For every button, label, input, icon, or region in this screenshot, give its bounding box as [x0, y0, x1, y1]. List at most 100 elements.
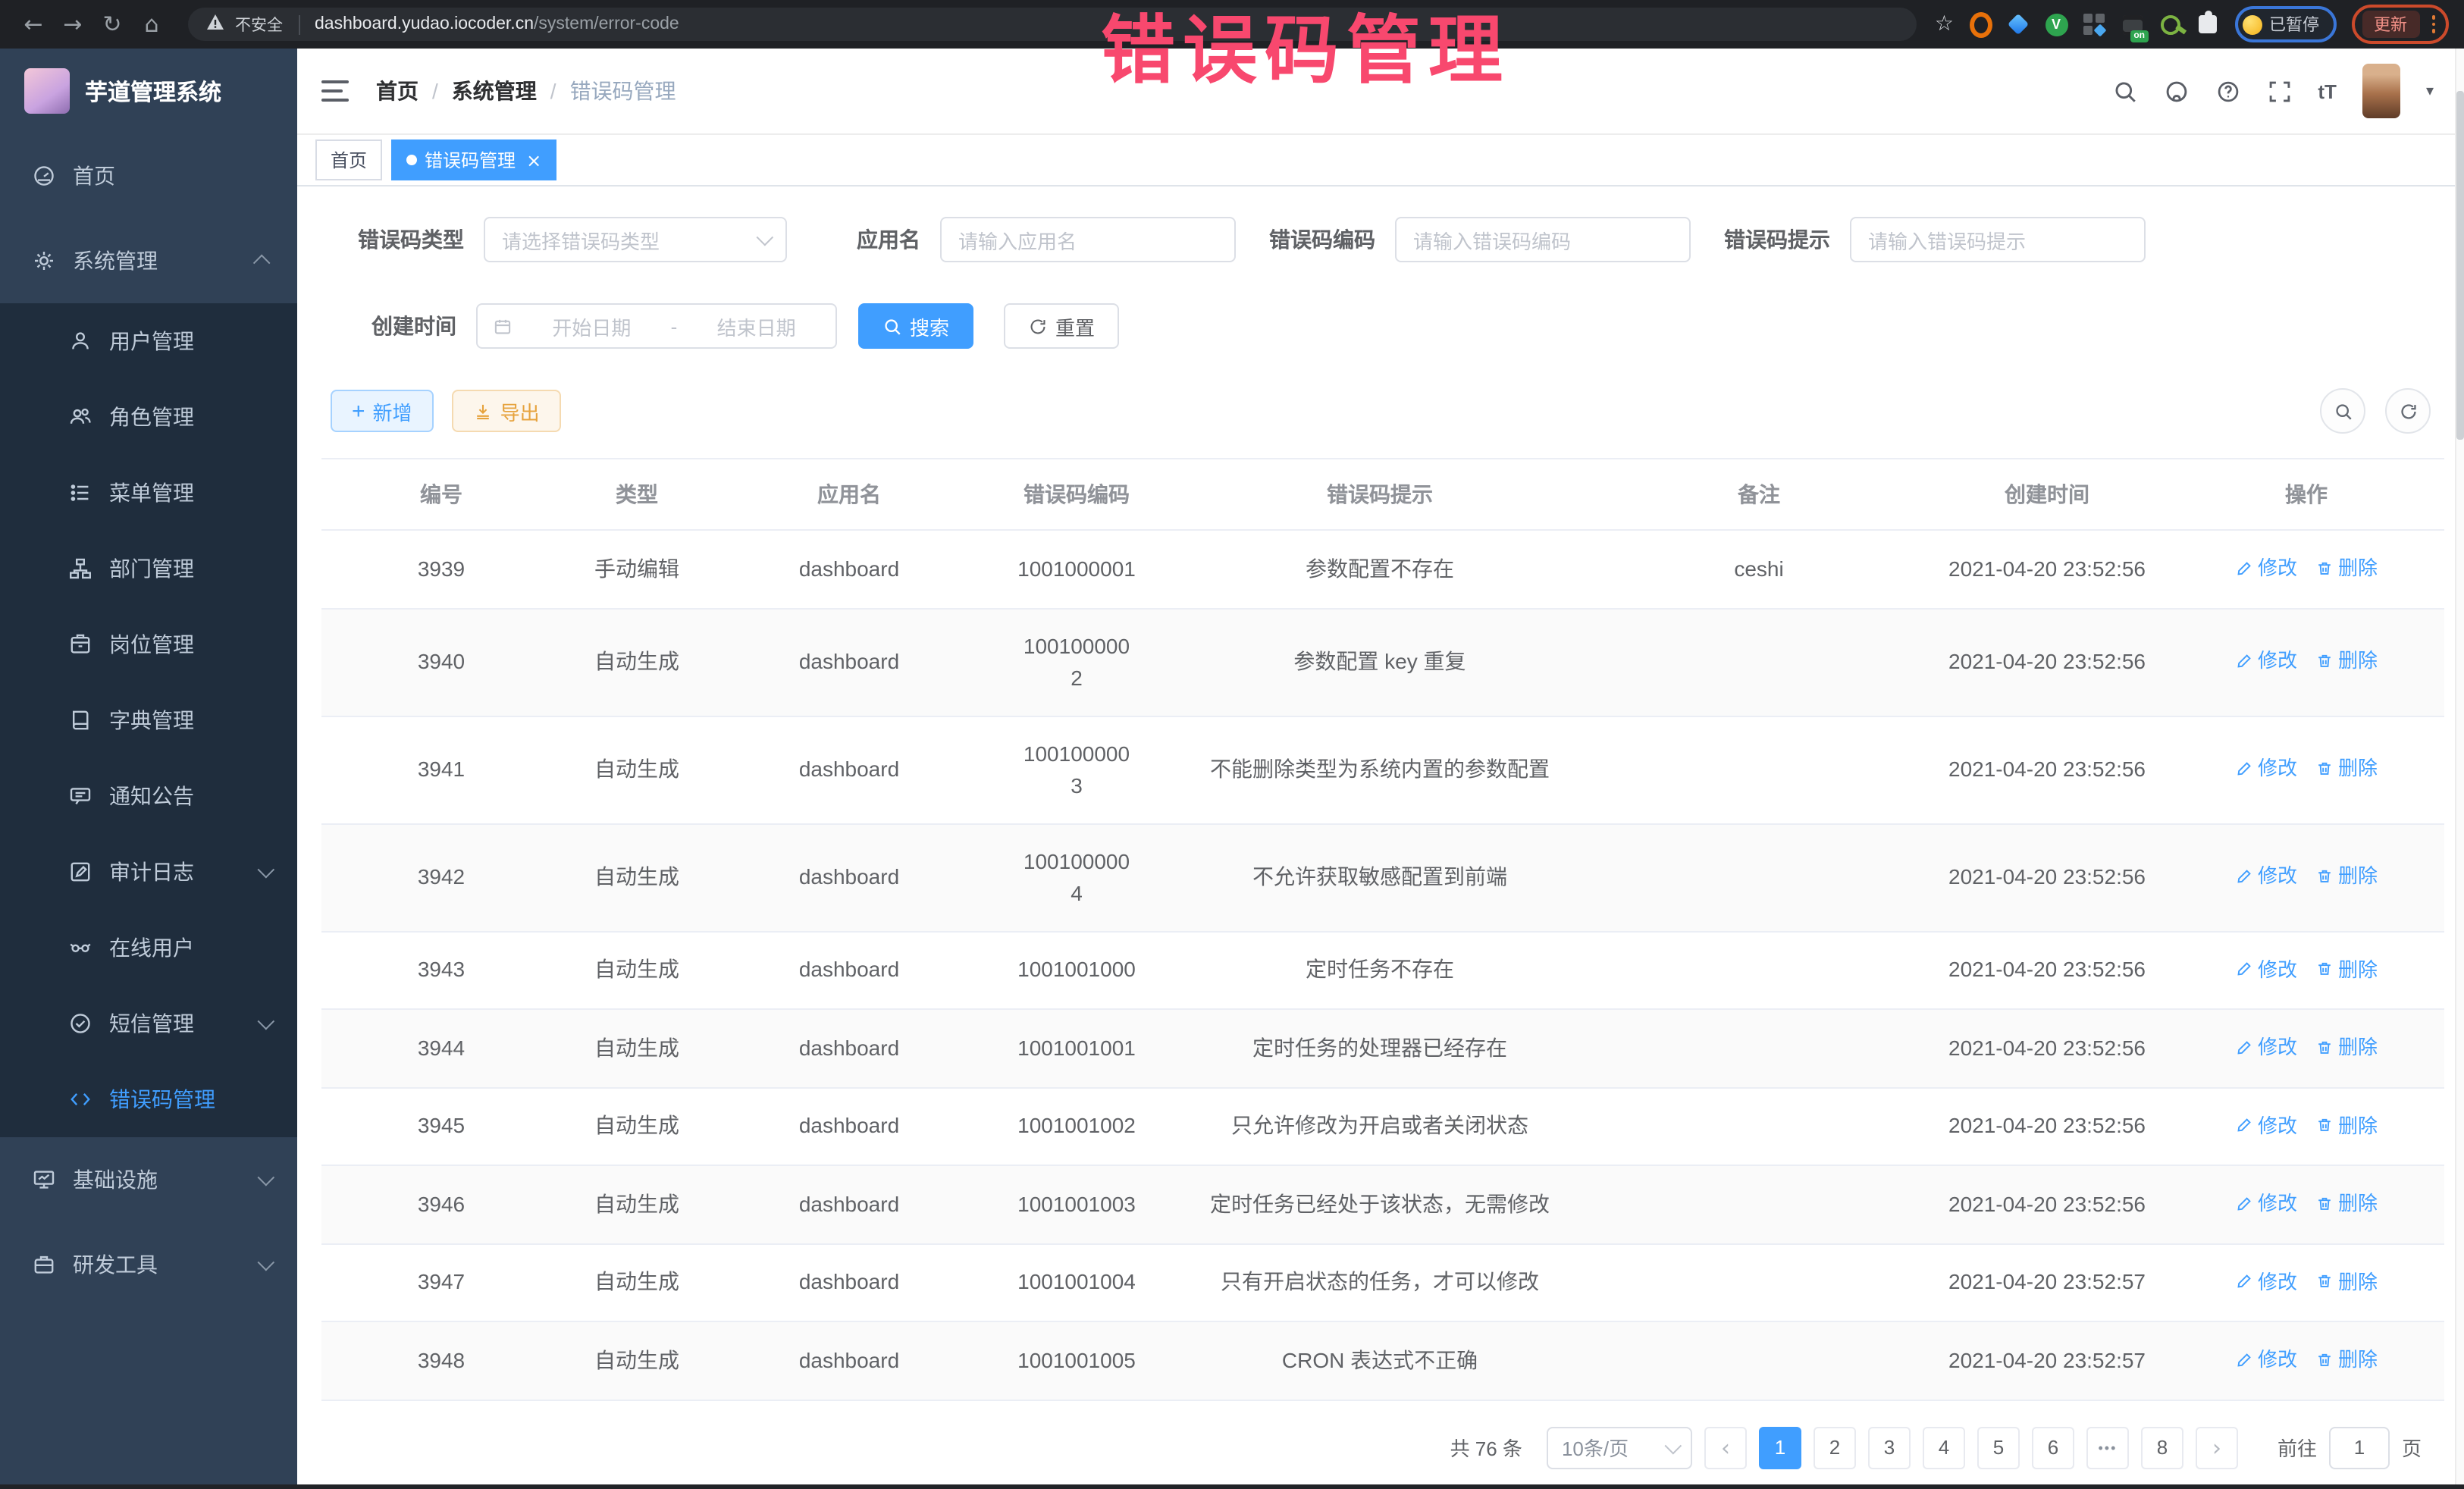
delete-link[interactable]: 删除: [2315, 860, 2378, 892]
extension-icon-key[interactable]: [2158, 13, 2181, 36]
trash-icon: [2315, 1116, 2334, 1134]
sidebar-item-online-users[interactable]: 在线用户: [0, 910, 297, 986]
bookmark-star-icon[interactable]: ☆: [1935, 12, 1954, 36]
tab-home[interactable]: 首页: [315, 139, 382, 180]
address-bar[interactable]: 不安全 dashboard.yudao.iocoder.cn/system/er…: [188, 8, 1917, 41]
pencil-icon: [2235, 652, 2253, 670]
error-code-input[interactable]: 请输入错误码编码: [1395, 217, 1691, 262]
edit-link[interactable]: 修改: [2235, 1343, 2297, 1375]
app-logo[interactable]: 芋道管理系统: [0, 49, 297, 133]
breadcrumb-home[interactable]: 首页: [376, 76, 419, 106]
sidebar-item-infrastructure[interactable]: 基础设施: [0, 1137, 297, 1222]
page-button-6[interactable]: 6: [2032, 1426, 2074, 1469]
edit-link[interactable]: 修改: [2235, 645, 2297, 677]
extension-icon-list[interactable]: on: [2121, 13, 2143, 36]
sidebar-item-home[interactable]: 首页: [0, 133, 297, 218]
page-button-8[interactable]: 8: [2141, 1426, 2183, 1469]
sidebar-item-org-tree[interactable]: 部门管理: [0, 531, 297, 607]
page-button-4[interactable]: 4: [1923, 1426, 1965, 1469]
extension-icon-puzzle[interactable]: [2196, 13, 2219, 36]
extension-icon-grid[interactable]: [2083, 13, 2105, 36]
edit-link[interactable]: 修改: [2235, 1187, 2297, 1219]
font-size-icon[interactable]: tT: [2318, 80, 2337, 102]
show-search-button[interactable]: [2320, 388, 2365, 434]
reset-button[interactable]: 重置: [1004, 303, 1119, 349]
goto-page-input[interactable]: 1: [2329, 1426, 2390, 1469]
sidebar-item-roles[interactable]: 角色管理: [0, 379, 297, 455]
hamburger-icon[interactable]: [321, 80, 349, 102]
close-icon[interactable]: ×: [526, 149, 541, 171]
delete-link[interactable]: 删除: [2315, 953, 2378, 985]
sidebar-item-devtools[interactable]: 研发工具: [0, 1222, 297, 1307]
sidebar-item-sms[interactable]: 短信管理: [0, 986, 297, 1061]
page-button-2[interactable]: 2: [1814, 1426, 1856, 1469]
table-header-row: 编号类型应用名错误码编码错误码提示备注创建时间操作: [321, 459, 2444, 530]
add-button[interactable]: + 新增: [331, 390, 434, 432]
update-button[interactable]: 更新: [2362, 11, 2419, 38]
sidebar-item-announcement[interactable]: 通知公告: [0, 758, 297, 834]
github-icon[interactable]: [2163, 78, 2189, 104]
sidebar-item-label: 在线用户: [109, 933, 194, 963]
page-scrollbar[interactable]: [2455, 49, 2464, 1489]
home-icon[interactable]: ⌂: [133, 6, 170, 42]
export-button[interactable]: 导出: [452, 390, 561, 432]
fullscreen-icon[interactable]: [2266, 78, 2292, 104]
extension-on-badge: on: [2130, 30, 2148, 42]
page-button-3[interactable]: 3: [1868, 1426, 1911, 1469]
sidebar-item-error-code[interactable]: 错误码管理: [0, 1061, 297, 1137]
edit-link[interactable]: 修改: [2235, 860, 2297, 892]
extension-icon-green-v[interactable]: V: [2045, 13, 2067, 36]
cell-time: 2021-04-20 23:52:56: [1926, 530, 2168, 608]
app-name-input[interactable]: 请输入应用名: [940, 217, 1236, 262]
sidebar-item-dictionary[interactable]: 字典管理: [0, 682, 297, 758]
refresh-button[interactable]: [2385, 388, 2431, 434]
delete-link[interactable]: 删除: [2315, 1187, 2378, 1219]
edit-link[interactable]: 修改: [2235, 1265, 2297, 1297]
prev-page-button[interactable]: ‹: [1704, 1426, 1747, 1469]
error-type-select[interactable]: 请选择错误码类型: [484, 217, 787, 262]
edit-link[interactable]: 修改: [2235, 753, 2297, 785]
edit-link[interactable]: 修改: [2235, 552, 2297, 584]
next-page-button[interactable]: ›: [2196, 1426, 2238, 1469]
search-icon[interactable]: [2111, 78, 2137, 104]
cell-operations: 修改删除: [2168, 1243, 2444, 1321]
extension-icon-gem[interactable]: [2007, 13, 2030, 36]
delete-link[interactable]: 删除: [2315, 1265, 2378, 1297]
page-size-select[interactable]: 10条/页: [1547, 1426, 1692, 1469]
delete-link[interactable]: 删除: [2315, 1109, 2378, 1141]
trash-icon: [2315, 1038, 2334, 1056]
cell-id: 3946: [321, 1165, 561, 1243]
error-hint-input[interactable]: 请输入错误码提示: [1850, 217, 2146, 262]
sidebar-item-gear[interactable]: 系统管理: [0, 218, 297, 303]
delete-link[interactable]: 删除: [2315, 552, 2378, 584]
edit-link[interactable]: 修改: [2235, 953, 2297, 985]
edit-link[interactable]: 修改: [2235, 1109, 2297, 1141]
help-icon[interactable]: [2215, 78, 2240, 104]
sidebar-item-post-badge[interactable]: 岗位管理: [0, 607, 297, 682]
page-ellipsis[interactable]: •••: [2086, 1426, 2129, 1469]
tab-error-code[interactable]: 错误码管理 ×: [391, 139, 556, 180]
delete-link[interactable]: 删除: [2315, 1343, 2378, 1375]
sidebar-item-audit-log[interactable]: 审计日志: [0, 834, 297, 910]
search-button[interactable]: 搜索: [858, 303, 973, 349]
back-icon[interactable]: ←: [15, 6, 52, 42]
edit-link[interactable]: 修改: [2235, 1031, 2297, 1063]
breadcrumb-system[interactable]: 系统管理: [452, 76, 537, 106]
sidebar-item-menu-list[interactable]: 菜单管理: [0, 455, 297, 531]
chevron-down-icon[interactable]: ▾: [2426, 83, 2434, 99]
scrollbar-thumb[interactable]: [2456, 91, 2464, 440]
user-avatar[interactable]: [2362, 64, 2400, 118]
extension-icon-orange-ring[interactable]: [1969, 13, 1992, 36]
delete-link[interactable]: 删除: [2315, 645, 2378, 677]
profile-paused-badge[interactable]: 已暂停: [2234, 6, 2336, 42]
cell-id: 3941: [321, 716, 561, 823]
page-button-1[interactable]: 1: [1759, 1426, 1801, 1469]
sidebar-item-user[interactable]: 用户管理: [0, 303, 297, 379]
date-range-picker[interactable]: 开始日期 - 结束日期: [476, 303, 837, 349]
reload-icon[interactable]: ↻: [94, 6, 130, 42]
delete-link[interactable]: 删除: [2315, 753, 2378, 785]
delete-link[interactable]: 删除: [2315, 1031, 2378, 1063]
page-button-5[interactable]: 5: [1977, 1426, 2020, 1469]
forward-icon[interactable]: →: [55, 6, 91, 42]
browser-menu-icon[interactable]: [2428, 16, 2438, 33]
